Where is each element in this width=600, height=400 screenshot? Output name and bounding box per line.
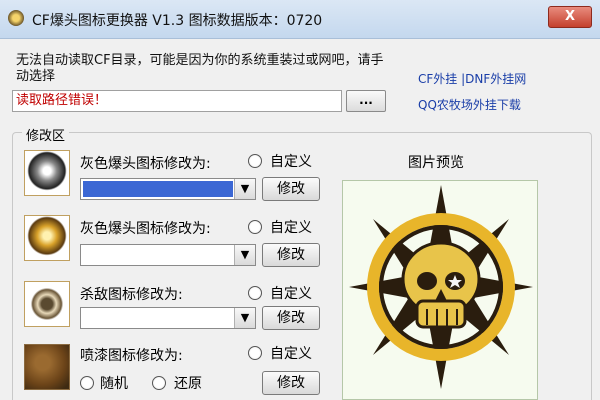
window-title: CF爆头图标更换器 V1.3 图标数据版本：0720 — [32, 13, 323, 29]
row3-icon-select[interactable]: ▼ — [80, 307, 256, 329]
gold-headshot-skull-icon — [24, 215, 70, 261]
row2-custom-radio[interactable] — [248, 220, 262, 234]
app-skull-icon — [8, 10, 24, 26]
title-bar[interactable]: CF爆头图标更换器 V1.3 图标数据版本：0720 X — [0, 0, 600, 39]
directory-notice: 无法自动读取CF目录，可能是因为你的系统重装过或网吧，请手动选择 — [16, 53, 384, 84]
row2-label: 灰色爆头图标修改为: — [80, 221, 211, 237]
row4-custom-radio[interactable] — [248, 346, 262, 360]
row1-custom-label: 自定义 — [270, 154, 312, 170]
chevron-down-icon[interactable]: ▼ — [234, 245, 255, 265]
row3-modify-button[interactable]: 修改 — [262, 306, 320, 330]
chevron-down-icon[interactable]: ▼ — [234, 308, 255, 328]
row4-restore-label: 还原 — [174, 376, 202, 392]
row4-random-label: 随机 — [100, 376, 128, 392]
row2-icon-select[interactable]: ▼ — [80, 244, 256, 266]
row4-label: 喷漆图标修改为: — [80, 348, 183, 364]
grey-headshot-skull-icon — [24, 150, 70, 196]
row2-custom-label: 自定义 — [270, 220, 312, 236]
preview-panel — [342, 180, 538, 400]
close-button[interactable]: X — [548, 6, 592, 28]
qq-farm-link[interactable]: QQ农牧场外挂下载 — [418, 96, 521, 113]
row4-custom-label: 自定义 — [270, 346, 312, 362]
golden-skull-star-icon — [349, 185, 533, 389]
preview-title: 图片预览 — [408, 155, 464, 171]
chevron-down-icon[interactable]: ▼ — [234, 179, 255, 199]
row4-restore-radio[interactable] — [152, 376, 166, 390]
modify-group-label: 修改区 — [22, 125, 70, 144]
row3-custom-radio[interactable] — [248, 286, 262, 300]
cf-dnf-link[interactable]: CF外挂 |DNF外挂网 — [418, 70, 526, 87]
row1-icon-select[interactable]: ▼ — [80, 178, 256, 200]
row1-modify-button[interactable]: 修改 — [262, 177, 320, 201]
row4-modify-button[interactable]: 修改 — [262, 371, 320, 395]
row1-label: 灰色爆头图标修改为: — [80, 156, 211, 172]
row4-random-radio[interactable] — [80, 376, 94, 390]
browse-button[interactable]: ... — [346, 90, 386, 112]
cf-path-field[interactable]: 读取路径错误！ — [12, 90, 342, 112]
row1-custom-radio[interactable] — [248, 154, 262, 168]
row3-label: 杀敌图标修改为: — [80, 287, 183, 303]
row1-selected-value — [83, 181, 233, 197]
spray-icon — [24, 344, 70, 390]
row3-custom-label: 自定义 — [270, 286, 312, 302]
row2-modify-button[interactable]: 修改 — [262, 243, 320, 267]
app-window: CF爆头图标更换器 V1.3 图标数据版本：0720 X 无法自动读取CF目录，… — [0, 0, 600, 400]
kill-icon — [24, 281, 70, 327]
